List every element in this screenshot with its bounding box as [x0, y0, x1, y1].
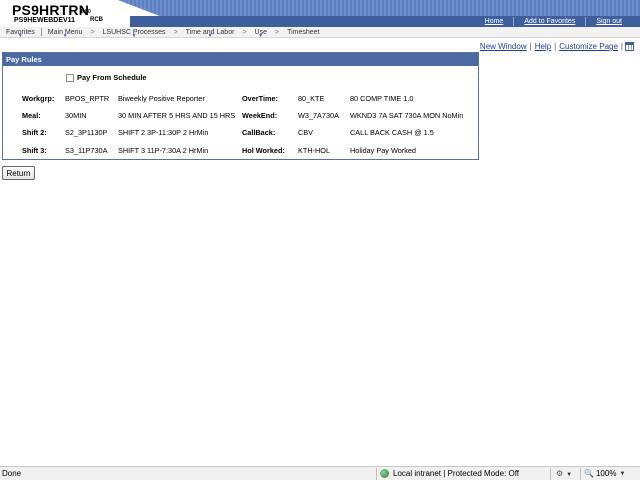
- status-divider: [580, 468, 581, 480]
- status-text: Done: [2, 469, 22, 478]
- pay-from-schedule-label: Pay From Schedule: [77, 73, 147, 82]
- pay-rules-title: Pay Rules: [3, 53, 478, 66]
- callback-code: CBV: [298, 128, 314, 137]
- workgrp-desc: Biweekly Positive Reporter: [118, 94, 205, 103]
- chevron-down-icon: ▼: [566, 472, 573, 478]
- callback-label: CallBack:: [242, 128, 276, 137]
- add-to-favorites-link[interactable]: Add to Favorites: [513, 17, 585, 26]
- system-name: PS9HRTRN: [12, 2, 90, 18]
- user-id: RCB: [90, 17, 103, 23]
- pay-from-schedule-row: Pay From Schedule: [66, 73, 147, 82]
- grid-icon[interactable]: [625, 42, 634, 51]
- customize-page-link[interactable]: Customize Page: [556, 42, 621, 51]
- hol-worked-code: KTH-HOL: [298, 146, 331, 155]
- page-links: New Window | Help | Customize Page |: [477, 42, 623, 51]
- help-link[interactable]: Help: [532, 42, 554, 51]
- gear-icon[interactable]: ⚙ ▼: [556, 469, 572, 478]
- breadcrumb-separator: >: [242, 28, 247, 36]
- breadcrumb-separator: >: [274, 28, 280, 36]
- link-separator: |: [620, 42, 623, 51]
- shift2-code: S2_3P1130P: [65, 128, 108, 137]
- overtime-label: OverTime:: [242, 94, 278, 103]
- chevron-down-icon: ▼: [207, 32, 213, 39]
- browser-status-bar: Done Local intranet | Protected Mode: Of…: [0, 466, 640, 480]
- workgrp-label: Workgrp:: [22, 94, 55, 103]
- zone-text: Local intranet | Protected Mode: Off: [393, 469, 519, 478]
- favorites-menu[interactable]: Favorites ▼: [0, 28, 41, 39]
- breadcrumb-use[interactable]: Use ▼: [249, 28, 273, 39]
- header-banner: [118, 0, 640, 16]
- breadcrumb-time-and-labor[interactable]: Time and Labor ▼: [180, 28, 241, 39]
- chevron-down-icon: ▼: [17, 32, 23, 39]
- breadcrumb-separator: >: [173, 28, 178, 36]
- overtime-code: 80_KTE: [298, 94, 325, 103]
- hol-worked-desc: Holiday Pay Worked: [350, 146, 416, 155]
- pay-rules-panel: Pay Rules Pay From Schedule Workgrp: BPO…: [2, 52, 479, 160]
- breadcrumb-label: Timesheet: [287, 28, 320, 36]
- new-window-link[interactable]: New Window: [477, 42, 530, 51]
- shift3-desc: SHIFT 3 11P-7:30A 2 HrMin: [118, 146, 209, 155]
- home-link[interactable]: Home: [475, 17, 514, 26]
- meal-label: Meal:: [22, 111, 41, 120]
- main-menu[interactable]: Main Menu ▼: [42, 28, 89, 39]
- weekend-label: WeekEnd:: [242, 111, 278, 120]
- callback-desc: CALL BACK CASH @ 1.5: [350, 128, 434, 137]
- chevron-down-icon: ▼: [619, 470, 626, 477]
- status-divider: [550, 468, 551, 480]
- hol-worked-label: Hol Worked:: [242, 146, 285, 155]
- database-name: PS9HEWEBDEV11: [14, 17, 76, 24]
- app-header: PS9HRTRN 8.50 PS9HEWEBDEV11 RCB Home Add…: [0, 0, 640, 27]
- shift3-code: S3_11P730A: [65, 146, 108, 155]
- return-button[interactable]: Return: [2, 166, 35, 180]
- weekend-code: W3_7A730A: [298, 111, 339, 120]
- zoom-control[interactable]: 🔍 100% ▼: [584, 469, 625, 478]
- overtime-desc: 80 COMP TIME 1.0: [350, 94, 414, 103]
- meal-desc: 30 MIN AFTER 5 HRS AND 15 HRS: [118, 111, 236, 120]
- zoom-level: 100%: [595, 469, 617, 478]
- globe-icon: [380, 469, 389, 478]
- status-divider: [376, 468, 377, 480]
- chevron-down-icon: ▼: [258, 32, 264, 39]
- breadcrumb-lsuhsc-processes[interactable]: LSUHSC Processes ▼: [97, 28, 172, 39]
- system-version: 8.50: [81, 9, 91, 15]
- workgrp-code: BPOS_RPTR: [65, 94, 110, 103]
- breadcrumb-timesheet[interactable]: Timesheet: [281, 28, 325, 37]
- sign-out-link[interactable]: Sign out: [585, 17, 632, 26]
- menu-bar: Favorites ▼ Main Menu ▼ > LSUHSC Processes…: [0, 27, 640, 39]
- shift2-label: Shift 2:: [22, 128, 47, 137]
- zoom-icon: 🔍: [584, 469, 594, 478]
- chevron-down-icon: ▼: [131, 32, 137, 39]
- breadcrumb-separator: >: [90, 28, 95, 36]
- chevron-down-icon: ▼: [62, 32, 68, 39]
- meal-code: 30MIN: [65, 111, 87, 120]
- shift2-desc: SHIFT 2 3P-11:30P 2 HrMin: [118, 128, 209, 137]
- pay-from-schedule-checkbox[interactable]: [66, 73, 74, 82]
- weekend-desc: WKND3 7A SAT 730A MON NoMin: [350, 111, 464, 120]
- shift3-label: Shift 3:: [22, 146, 47, 155]
- header-links: Home Add to Favorites Sign out: [475, 17, 632, 26]
- security-zone[interactable]: Local intranet | Protected Mode: Off: [380, 469, 519, 478]
